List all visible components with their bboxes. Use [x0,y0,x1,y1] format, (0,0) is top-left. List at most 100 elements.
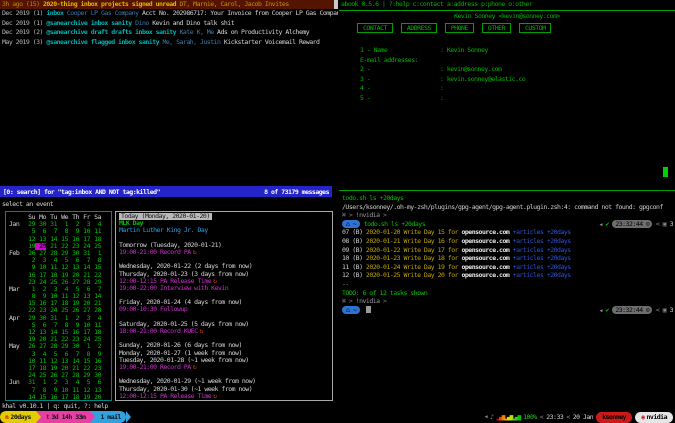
agenda-event[interactable]: 19:00-21:00 Record PA↻ [119,364,332,371]
agenda-day: Tuesday, 2020-01-28 (~1 week from now) [119,357,332,364]
email-subject: Acct No. 202986717: Your Invoice from Co… [142,9,338,17]
agenda-text: 18:00-21:00 Record KUEC [119,328,198,335]
email-search-query: [0: search] for "tag:inbox AND NOT tag:k… [3,188,160,196]
chevron-right-icon: > [349,297,352,305]
agenda-day: Tomorrow (Tuesday, 2020-01-21) [119,242,332,249]
calendar-day[interactable]: 14 [24,394,35,401]
calendar-week: 14151617181920 [9,394,111,401]
abook-contact-title: Kevin Sonney <kevin@sonney.com> [339,12,675,21]
email-row[interactable]: Dec 2019 (1) inbox Cooper LP Gas Company… [0,9,338,18]
date-label: 20 Jan [573,413,593,421]
task-site: opensource.com [461,254,512,262]
email-subject: Kevin and Dino talk shit [152,19,234,27]
email-subject: Ads on Productivity Alchemy [217,28,309,36]
divider [339,10,675,11]
timer-icon: t [46,413,49,421]
chevron-left-icon: < [540,413,543,421]
agenda-event[interactable]: 09:00-10:30 Followup [119,306,332,313]
shell-prompt[interactable]: ⌘ > !nvidia > [340,297,675,306]
tmux-session-badge[interactable]: ksonney [596,412,632,423]
tmux-segment-days: n20days [0,411,36,423]
tmux-host-badge: ◉nvidia [635,412,673,423]
todo-task-list: 07 (B) 2020-01-20 Write Day 15 for opens… [340,228,675,280]
todo-task: 07 (B) 2020-01-20 Write Day 15 for opens… [340,228,675,237]
abook-tab-address[interactable]: ADDRESS [401,23,437,33]
pane-border [339,190,675,191]
abook-field-row[interactable]: 1 - Name: Kevin Sonney [339,46,675,56]
chevron-right-icon: > [349,211,352,219]
agenda-event[interactable]: 12:00-12:15 PA Release Time↻ [119,393,332,400]
agenda-text: Tuesday, 2020-01-28 (~1 week from now) [119,357,249,364]
calendar-day[interactable]: 15 [35,394,46,401]
field-label: 4 - [360,84,370,94]
task-site: opensource.com [461,246,512,254]
abook-tab-custom[interactable]: CUSTOM [519,23,551,33]
calendar-week: 19202122232425 [9,243,111,250]
agenda-event[interactable]: 12:00-12:15 PA Release Time↻ [119,278,332,285]
powerline-arrow [126,411,131,423]
abook-field-row[interactable]: 5 -: [339,94,675,104]
tmux-screen: 3h ago (15) 2020-thing inbox projects si… [0,0,675,423]
prompt-status: ◀ ✔ 23:32:44 ⊙ < ▣ 3 [600,306,673,315]
shell-prompt[interactable]: ⌘ > !nvidia > [340,211,675,220]
email-row[interactable]: Dec 2019 (1) @sanearchive inbox sanity D… [0,19,338,28]
abook-field-row[interactable]: 3 -: kevin.sonney@elastic.co [339,75,675,85]
chevron-right-icon: > [383,211,386,219]
email-row[interactable]: Dec 2019 (2) @sanearchive draft drafts i… [0,28,338,37]
email-authors: Dino [135,19,152,27]
month-label: May [9,343,24,350]
calendar-day[interactable]: 16 [46,394,57,401]
abook-tab-phone[interactable]: PHONE [445,23,474,33]
agenda-text: Thursday, 2020-01-30 (~1 week from now) [119,386,252,393]
email-date: Dec 2019 (1) [2,9,46,17]
task-site: opensource.com [461,271,512,279]
abook-field-row[interactable]: 4 -: [339,84,675,94]
recurrence-icon: ↻ [213,278,216,285]
abook-field-row[interactable]: E-mail addresses: [339,56,675,66]
abook-field-row[interactable]: 2 -: kevin@sonney.com [339,65,675,75]
calendar-day[interactable]: 18 [68,394,79,401]
agenda-text: 12:00-12:15 PA Release Time [119,393,211,400]
mute-icon: ♪ [490,413,493,421]
calendar-day[interactable]: 20 [90,394,101,401]
abook-tab-contact[interactable]: CONTACT [357,23,393,33]
calendar-day[interactable]: 17 [57,394,68,401]
abook-tab-other[interactable]: OTHER [482,23,511,33]
chevron-left-icon: < [566,413,569,421]
clock-icon: ⊙ [646,306,649,314]
agenda-today[interactable]: Today (Monday, 2020-01-20) [119,213,332,220]
email-row[interactable]: May 2019 (3) @sanearchive flagged inbox … [0,38,338,47]
task-text: 2020-01-24 Write Day 19 for [366,263,462,271]
abook-fields: 1 - Name: Kevin SonneyE-mail addresses:2… [339,46,675,103]
command-line-active[interactable]: ⌂ ~ ◀ ✔ 23:32:44 ⊙ < ▣ 3 [340,306,675,315]
agenda-spacer [119,335,332,342]
agenda-event[interactable]: 19:00-22:00 Interview with Kevin [119,285,332,292]
todo-task: 12 (B) 2020-01-25 Write Day 20 for opens… [340,271,675,280]
command-line[interactable]: ⌂ ~ todo.sh ls +20days ◀ ✔ 23:32:44 ⊙ < … [340,220,675,229]
email-row-selected[interactable]: 3h ago (15) 2020-thing inbox projects si… [0,0,338,9]
agenda-spacer [119,371,332,378]
calendar: SuMoTuWeThFrSaJan29303112345678910111213… [5,211,112,401]
agenda-event[interactable]: 19:00-21:00 Record PA↻ [119,249,332,256]
khal-pane: select an event SuMoTuWeThFrSaJan2930311… [0,198,338,411]
task-tags: +articles +20days [513,263,571,271]
home-icon: ⌂ [346,220,349,228]
calendar-day[interactable]: 19 [79,394,90,401]
agenda-spacer [119,314,332,321]
scrollbar-thumb[interactable] [334,0,338,9]
cwd-segment: ⌂ ~ [342,306,360,314]
field-value: : [440,84,443,94]
agenda-event[interactable]: 18:00-21:00 Record KUEC↻ [119,328,332,335]
agenda-day: Friday, 2020-01-24 (4 days from now) [119,299,332,306]
email-date: Dec 2019 (2) [2,28,46,36]
calendar-week: 24252627282930 [9,372,111,379]
task-id: 10 (B) [342,254,366,262]
error-text: /Users/ksonney/.oh-my-zsh/plugins/gpg-ag… [340,203,675,212]
email-tags: 2020-thing inbox projects signed unread [43,0,180,8]
month-label: Feb [9,250,24,257]
chevron-right-icon: > [383,297,386,305]
email-list: 3h ago (15) 2020-thing inbox projects si… [0,0,338,47]
task-tags: +articles +20days [513,254,571,262]
time-segment: 23:32:44 ⊙ [612,306,652,314]
text-cursor [366,306,371,313]
